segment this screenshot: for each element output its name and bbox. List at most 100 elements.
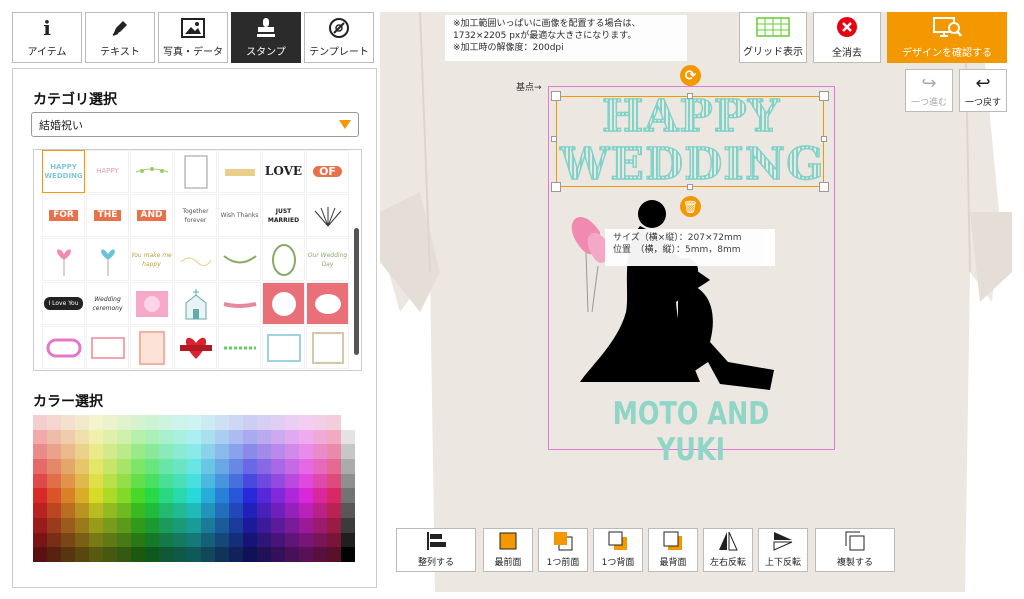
- color-swatch[interactable]: [215, 517, 229, 533]
- color-swatch[interactable]: [159, 459, 173, 474]
- color-swatch[interactable]: [201, 488, 215, 504]
- color-swatch[interactable]: [271, 532, 285, 548]
- color-swatch[interactable]: [201, 415, 215, 430]
- color-swatch[interactable]: [215, 429, 229, 445]
- color-swatch[interactable]: [89, 459, 103, 474]
- color-swatch[interactable]: [215, 488, 229, 504]
- stamp-together-forever[interactable]: Together forever: [174, 194, 217, 237]
- color-swatch[interactable]: [341, 429, 355, 445]
- color-swatch[interactable]: [145, 488, 159, 504]
- color-swatch[interactable]: [89, 532, 103, 548]
- color-swatch[interactable]: [201, 429, 215, 445]
- color-swatch[interactable]: [89, 429, 103, 445]
- stamp-chapel[interactable]: [174, 282, 217, 325]
- color-swatch[interactable]: [117, 444, 131, 460]
- color-swatch[interactable]: [341, 517, 355, 533]
- color-swatch[interactable]: [187, 473, 201, 489]
- stamp-pink-rect-frame[interactable]: [86, 326, 129, 369]
- color-swatch[interactable]: [285, 444, 299, 460]
- color-swatch[interactable]: [117, 429, 131, 445]
- color-swatch[interactable]: [201, 547, 215, 562]
- color-swatch[interactable]: [341, 547, 355, 562]
- color-swatch[interactable]: [145, 517, 159, 533]
- color-swatch[interactable]: [159, 547, 173, 562]
- color-swatch[interactable]: [229, 547, 243, 562]
- color-swatch[interactable]: [327, 517, 341, 533]
- color-swatch[interactable]: [159, 517, 173, 533]
- color-swatch[interactable]: [117, 415, 131, 430]
- color-swatch[interactable]: [173, 503, 187, 518]
- color-swatch[interactable]: [229, 488, 243, 504]
- color-swatch[interactable]: [229, 429, 243, 445]
- color-swatch[interactable]: [327, 415, 341, 430]
- stamp-sunburst[interactable]: [306, 194, 349, 237]
- redo-button[interactable]: ↪ 一つ進む: [905, 69, 953, 112]
- color-swatch[interactable]: [159, 473, 173, 489]
- stamp-flower-line[interactable]: [218, 326, 261, 369]
- resize-handle-br[interactable]: [819, 182, 829, 192]
- color-swatch[interactable]: [75, 415, 89, 430]
- color-swatch[interactable]: [61, 429, 75, 445]
- color-swatch[interactable]: [201, 517, 215, 533]
- color-swatch[interactable]: [131, 459, 145, 474]
- color-swatch[interactable]: [47, 547, 61, 562]
- color-swatch[interactable]: [33, 429, 47, 445]
- color-swatch[interactable]: [243, 415, 257, 430]
- color-swatch[interactable]: [187, 444, 201, 460]
- color-swatch[interactable]: [187, 547, 201, 562]
- color-swatch[interactable]: [159, 444, 173, 460]
- color-swatch[interactable]: [131, 532, 145, 548]
- names-text[interactable]: MOTO AND YUKI: [584, 396, 799, 468]
- color-swatch[interactable]: [61, 488, 75, 504]
- color-swatch[interactable]: [327, 444, 341, 460]
- color-swatch[interactable]: [47, 532, 61, 548]
- stamp-leaf-wreath[interactable]: [262, 238, 305, 281]
- color-swatch[interactable]: [33, 473, 47, 489]
- color-swatch[interactable]: [131, 503, 145, 518]
- color-swatch[interactable]: [313, 517, 327, 533]
- selection-box[interactable]: [556, 96, 824, 187]
- stamp-ribbon-gold[interactable]: [218, 150, 261, 193]
- color-swatch[interactable]: [159, 503, 173, 518]
- stamp-you-make-me-happy[interactable]: You make me happy: [130, 238, 173, 281]
- color-swatch[interactable]: [341, 488, 355, 504]
- color-swatch[interactable]: [285, 415, 299, 430]
- bring-forward-button[interactable]: 1つ前面: [538, 528, 588, 572]
- color-swatch[interactable]: [215, 415, 229, 430]
- color-swatch[interactable]: [257, 459, 271, 474]
- color-swatch[interactable]: [47, 429, 61, 445]
- color-swatch[interactable]: [229, 503, 243, 518]
- color-swatch[interactable]: [271, 488, 285, 504]
- color-swatch[interactable]: [341, 473, 355, 489]
- stamp-pink-oval-frame[interactable]: [306, 282, 349, 325]
- color-swatch[interactable]: [89, 488, 103, 504]
- color-swatch[interactable]: [299, 473, 313, 489]
- color-swatch[interactable]: [75, 488, 89, 504]
- color-swatch[interactable]: [285, 429, 299, 445]
- color-swatch[interactable]: [341, 459, 355, 474]
- color-swatch[interactable]: [173, 473, 187, 489]
- color-swatch[interactable]: [89, 517, 103, 533]
- color-swatch[interactable]: [271, 429, 285, 445]
- color-swatch[interactable]: [47, 488, 61, 504]
- color-swatch[interactable]: [257, 473, 271, 489]
- stamp-for[interactable]: FOR: [42, 194, 85, 237]
- color-swatch[interactable]: [243, 517, 257, 533]
- color-swatch[interactable]: [257, 547, 271, 562]
- grid-toggle-button[interactable]: グリッド表示: [739, 12, 807, 63]
- tab-stamp[interactable]: スタンプ: [231, 12, 301, 63]
- color-swatch[interactable]: [61, 459, 75, 474]
- color-swatch[interactable]: [243, 532, 257, 548]
- trash-icon[interactable]: 🗑: [680, 196, 701, 217]
- color-swatch[interactable]: [89, 547, 103, 562]
- color-swatch[interactable]: [103, 473, 117, 489]
- color-swatch[interactable]: [257, 488, 271, 504]
- color-swatch[interactable]: [103, 547, 117, 562]
- color-swatch[interactable]: [243, 473, 257, 489]
- stamp-pink-lace[interactable]: [130, 282, 173, 325]
- color-swatch[interactable]: [299, 532, 313, 548]
- flip-vertical-button[interactable]: 上下反転: [758, 528, 808, 572]
- confirm-design-button[interactable]: デザインを確認する: [887, 12, 1007, 63]
- color-swatch[interactable]: [61, 444, 75, 460]
- stamp-heart-ribbon[interactable]: [174, 326, 217, 369]
